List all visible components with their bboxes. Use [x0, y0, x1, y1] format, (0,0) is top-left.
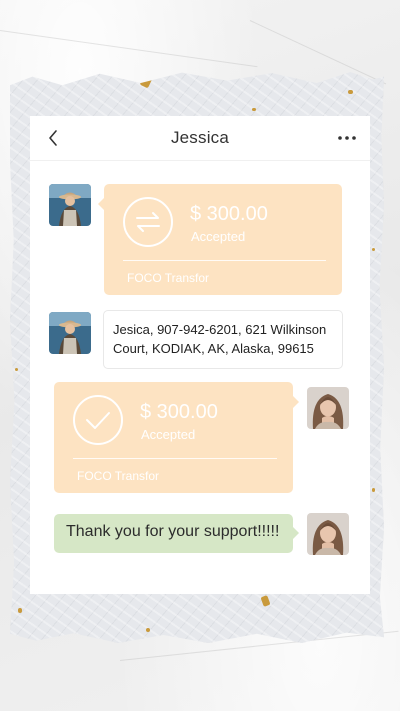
gold-fleck	[15, 368, 18, 371]
message-text: Thank you for your support!!!!!	[66, 523, 280, 540]
transfer-label: FOCO Transfor	[77, 469, 160, 483]
transfer-bubble-received[interactable]: $ 300.00 Accepted FOCO Transfor	[98, 184, 342, 295]
transfer-bubble-sent[interactable]: $ 300.00 Accepted FOCO Transfor	[54, 382, 299, 493]
transfer-arrows-icon	[123, 197, 173, 247]
text-bubble-received[interactable]: Jesica, 907-942-6201, 621 Wilkinson Cour…	[97, 310, 343, 369]
transfer-amount: $ 300.00	[190, 203, 268, 225]
chat-header: Jessica	[30, 116, 370, 161]
bubble-tail	[98, 198, 104, 210]
gold-fleck	[252, 108, 256, 111]
gold-fleck	[372, 488, 375, 492]
avatar-self[interactable]	[307, 387, 349, 429]
text-bubble-sent[interactable]: Thank you for your support!!!!!	[54, 514, 299, 553]
transfer-label: FOCO Transfor	[127, 271, 210, 285]
bubble-tail	[293, 396, 299, 408]
gold-fleck	[372, 248, 375, 251]
transfer-status: Accepted	[191, 229, 246, 244]
bubble-tail	[97, 325, 103, 337]
gold-fleck	[348, 90, 353, 94]
gold-fleck	[146, 628, 150, 632]
message-text: Jesica, 907-942-6201, 621 Wilkinson Cour…	[113, 322, 327, 356]
avatar-self[interactable]	[307, 513, 349, 555]
transfer-status: Accepted	[141, 427, 196, 442]
bubble-tail	[293, 527, 299, 539]
transfer-divider	[73, 458, 277, 459]
transfer-divider	[123, 260, 326, 261]
checkmark-circle-icon	[73, 395, 123, 445]
avatar-contact[interactable]	[49, 312, 91, 354]
gold-fleck	[52, 78, 56, 82]
chat-title: Jessica	[170, 128, 230, 147]
marble-vein	[0, 30, 258, 68]
avatar-contact[interactable]	[49, 184, 91, 226]
more-horizontal-icon[interactable]	[334, 126, 360, 150]
marble-vein	[119, 630, 399, 661]
chat-screen: Jessica $ 300.00 Accepted FOCO Transfor	[30, 116, 370, 594]
transfer-amount: $ 300.00	[140, 401, 218, 423]
gold-fleck	[18, 608, 22, 613]
